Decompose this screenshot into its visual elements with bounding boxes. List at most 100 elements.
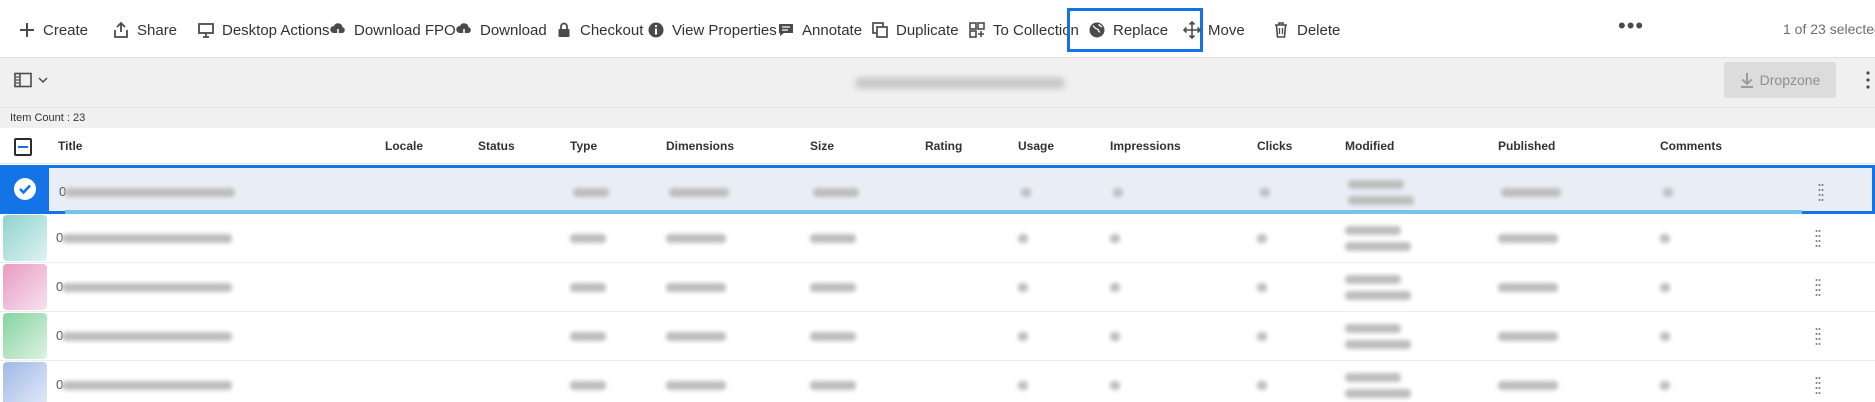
blurred-cell xyxy=(1257,332,1267,341)
blurred-cell xyxy=(570,234,606,243)
trash-icon xyxy=(1275,22,1287,38)
blurred-cell xyxy=(62,332,232,341)
comment-icon xyxy=(779,24,793,36)
col-impressions[interactable]: Impressions xyxy=(1110,139,1181,153)
col-usage[interactable]: Usage xyxy=(1018,139,1054,153)
blurred-cell xyxy=(810,381,856,390)
dropzone-button[interactable]: Dropzone xyxy=(1724,62,1836,98)
view-bar xyxy=(0,58,1875,108)
col-comments[interactable]: Comments xyxy=(1660,139,1722,153)
shirt-image xyxy=(2,215,47,261)
cloud-download-icon xyxy=(456,23,471,39)
blurred-modified xyxy=(1345,291,1411,300)
blurred-modified xyxy=(1345,275,1401,284)
create-button[interactable]: Create xyxy=(18,10,88,50)
info-icon xyxy=(648,22,664,38)
col-locale[interactable]: Locale xyxy=(385,139,423,153)
blurred-modified xyxy=(1345,226,1401,235)
asset-thumbnail[interactable] xyxy=(0,263,49,311)
col-rating[interactable]: Rating xyxy=(925,139,962,153)
plus-icon xyxy=(20,23,34,37)
delete-button[interactable]: Delete xyxy=(1272,10,1340,50)
folder-title-blurred xyxy=(855,77,1065,89)
row-drag-handle-icon[interactable] xyxy=(1815,376,1821,396)
blurred-cell xyxy=(810,234,856,243)
duplicate-button[interactable]: Duplicate xyxy=(871,10,959,50)
blurred-cell xyxy=(570,381,606,390)
col-clicks[interactable]: Clicks xyxy=(1257,139,1292,153)
view-properties-button[interactable]: View Properties xyxy=(647,10,777,50)
blurred-cell xyxy=(1660,283,1670,292)
table-row[interactable]: 0 xyxy=(0,214,1875,263)
table-row[interactable]: 0 xyxy=(0,263,1875,312)
cloud-download-icon xyxy=(330,23,345,39)
col-dimensions[interactable]: Dimensions xyxy=(666,139,734,153)
desktop-actions-button[interactable]: Desktop Actions xyxy=(197,10,330,50)
table-header: Title Locale Status Type Dimensions Size… xyxy=(0,128,1875,164)
blurred-cell xyxy=(570,332,606,341)
lock-icon xyxy=(558,22,570,37)
asset-thumbnail[interactable] xyxy=(0,214,49,262)
blurred-cell xyxy=(1498,283,1558,292)
blurred-modified xyxy=(1345,389,1411,398)
checkout-button[interactable]: Checkout xyxy=(555,10,643,50)
blurred-cell xyxy=(1110,283,1120,292)
move-arrows-icon xyxy=(1183,21,1201,39)
move-button[interactable]: Move xyxy=(1183,10,1245,50)
blurred-modified xyxy=(1348,196,1414,205)
more-actions-button[interactable]: ••• xyxy=(1618,15,1644,37)
row-drag-handle-icon[interactable] xyxy=(1815,278,1821,298)
blurred-modified xyxy=(1348,180,1404,189)
col-type[interactable]: Type xyxy=(570,139,597,153)
blurred-cell xyxy=(1257,283,1267,292)
blurred-cell xyxy=(1663,188,1673,197)
shirt-image xyxy=(2,313,47,359)
to-collection-button[interactable]: To Collection xyxy=(968,10,1079,50)
table-row[interactable]: 0 xyxy=(0,165,1875,216)
row-selected-checkbox[interactable] xyxy=(0,165,49,213)
blurred-cell xyxy=(1018,283,1028,292)
blurred-cell xyxy=(810,332,856,341)
blurred-cell xyxy=(666,234,726,243)
blurred-cell xyxy=(1110,234,1120,243)
shirt-image xyxy=(2,362,47,402)
row-drag-handle-icon[interactable] xyxy=(1818,183,1824,203)
blurred-cell xyxy=(1501,188,1561,197)
share-button[interactable]: Share xyxy=(112,10,177,50)
desktop-icon xyxy=(198,23,214,38)
row-drag-handle-icon[interactable] xyxy=(1815,327,1821,347)
download-fpo-button[interactable]: Download FPO xyxy=(329,10,456,50)
blurred-cell xyxy=(1021,188,1031,197)
blurred-cell xyxy=(62,283,232,292)
blurred-cell xyxy=(573,188,609,197)
annotate-button[interactable]: Annotate xyxy=(777,10,862,50)
col-title[interactable]: Title xyxy=(58,139,82,153)
blurred-cell xyxy=(1257,381,1267,390)
view-switcher[interactable] xyxy=(14,72,48,88)
col-modified[interactable]: Modified xyxy=(1345,139,1394,153)
blurred-cell xyxy=(666,381,726,390)
table-row[interactable]: 0 xyxy=(0,312,1875,361)
blurred-cell xyxy=(1018,332,1028,341)
col-size[interactable]: Size xyxy=(810,139,834,153)
download-arrow-icon xyxy=(1740,73,1753,88)
col-status[interactable]: Status xyxy=(478,139,515,153)
row-drag-handle-icon[interactable] xyxy=(1815,229,1821,249)
blurred-cell xyxy=(1110,381,1120,390)
asset-thumbnail[interactable] xyxy=(0,312,49,360)
asset-thumbnail[interactable] xyxy=(0,361,49,402)
select-all-checkbox[interactable] xyxy=(14,138,32,156)
action-toolbar: Create Share Desktop Actions Download FP… xyxy=(0,0,1875,58)
blurred-cell xyxy=(62,234,232,243)
subbar-kebab-icon[interactable] xyxy=(1866,70,1870,90)
blurred-cell xyxy=(1660,381,1670,390)
download-button[interactable]: Download xyxy=(455,10,547,50)
blurred-cell xyxy=(1260,188,1270,197)
table-row[interactable]: 0 xyxy=(0,361,1875,402)
blurred-cell xyxy=(65,188,235,197)
blurred-cell xyxy=(813,188,859,197)
blurred-cell xyxy=(666,283,726,292)
item-count: Item Count : 23 xyxy=(0,108,1875,128)
col-published[interactable]: Published xyxy=(1498,139,1555,153)
blurred-cell xyxy=(62,381,232,390)
